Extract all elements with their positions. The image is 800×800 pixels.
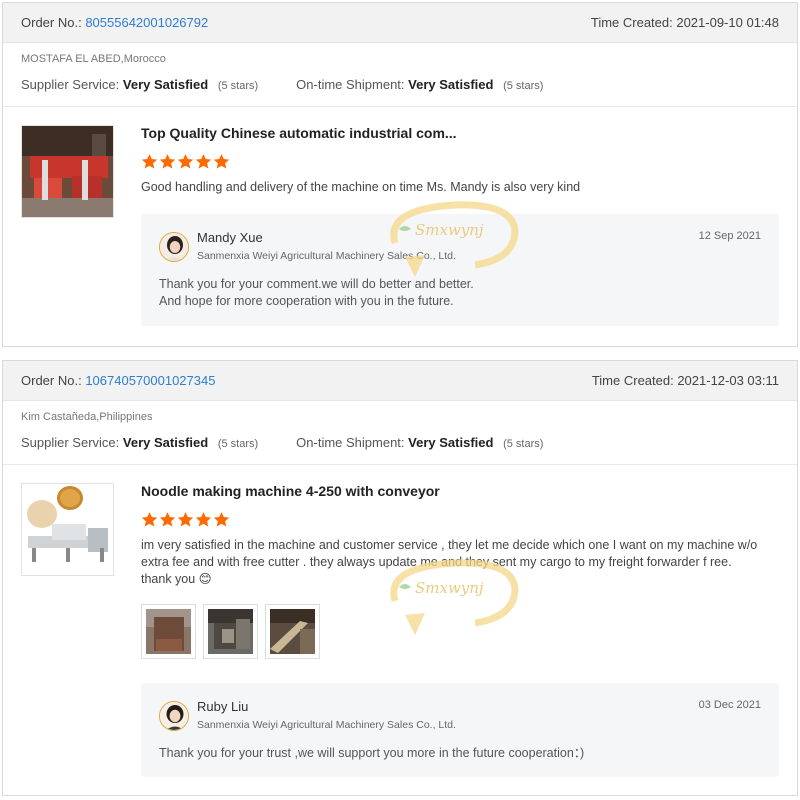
review: Top Quality Chinese automatic industrial… <box>3 107 797 326</box>
review-photo[interactable] <box>265 604 320 659</box>
order-card: Order No.: 106740570001027345 Time Creat… <box>2 360 798 796</box>
shipment-label: On-time Shipment: <box>296 435 405 450</box>
reply-header: Ruby Liu Sanmenxia Weiyi Agricultural Ma… <box>159 699 761 731</box>
review-comment: im very satisfied in the machine and cus… <box>141 538 758 586</box>
supplier-service-value: Very Satisfied <box>122 435 209 450</box>
review: Noodle making machine 4-250 with conveyo… <box>3 465 797 777</box>
supplier-service-label: Supplier Service: <box>21 77 120 92</box>
buyer-info: MOSTAFA EL ABED,Morocco Supplier Service… <box>3 43 797 107</box>
avatar-icon <box>159 232 189 262</box>
replier-name: Ruby Liu <box>197 699 249 714</box>
supplier-service-stars: (5 stars) <box>217 80 259 92</box>
reply-date: 12 Sep 2021 <box>698 230 761 242</box>
supplier-service-value: Very Satisfied <box>122 77 209 92</box>
supplier-service-rating: Supplier Service: Very Satisfied (5 star… <box>21 77 258 92</box>
order-no-link[interactable]: 106740570001027345 <box>85 373 215 388</box>
time-created: Time Created: 2021-12-03 03:11 <box>591 373 779 388</box>
star-icon <box>177 512 194 527</box>
star-icon <box>195 512 212 527</box>
ratings-row: Supplier Service: Very Satisfied (5 star… <box>21 77 779 92</box>
order-number: Order No.: 80555642001026792 <box>21 15 208 30</box>
review-body: Noodle making machine 4-250 with conveyo… <box>141 483 779 777</box>
order-no-label: Order No.: <box>21 15 82 30</box>
order-number: Order No.: 106740570001027345 <box>21 373 215 388</box>
reply-text: Thank you for your trust ,we will suppor… <box>159 746 585 760</box>
buyer-name: Kim Castañeda,Philippines <box>21 411 153 423</box>
star-icon <box>159 154 176 169</box>
star-icon <box>141 512 158 527</box>
reply-date: 03 Dec 2021 <box>698 699 761 711</box>
shipment-label: On-time Shipment: <box>296 77 405 92</box>
review-photos <box>141 604 779 659</box>
replier-info: Mandy Xue Sanmenxia Weiyi Agricultural M… <box>197 230 456 262</box>
star-rating <box>141 511 779 529</box>
star-rating <box>141 153 779 171</box>
supplier-service-rating: Supplier Service: Very Satisfied (5 star… <box>21 435 258 450</box>
replier-info: Ruby Liu Sanmenxia Weiyi Agricultural Ma… <box>197 699 456 731</box>
star-icon <box>195 154 212 169</box>
star-icon <box>213 512 230 527</box>
shipment-value: Very Satisfied <box>408 435 494 450</box>
reply-text: Thank you for your comment.we will do be… <box>159 276 761 310</box>
star-icon <box>213 154 230 169</box>
shipment-stars: (5 stars) <box>503 438 544 450</box>
replier-company: Sanmenxia Weiyi Agricultural Machinery S… <box>197 719 456 731</box>
reply-text-line: And hope for more cooperation with you i… <box>159 294 454 308</box>
order-no-label: Order No.: <box>21 373 82 388</box>
review-comment: Good handling and delivery of the machin… <box>141 180 581 194</box>
product-title[interactable]: Top Quality Chinese automatic industrial… <box>141 125 779 145</box>
shipment-rating: On-time Shipment: Very Satisfied (5 star… <box>296 77 543 92</box>
star-icon <box>177 154 194 169</box>
order-header: Order No.: 106740570001027345 Time Creat… <box>3 361 797 401</box>
product-thumbnail[interactable] <box>21 125 114 218</box>
ratings-row: Supplier Service: Very Satisfied (5 star… <box>21 435 779 450</box>
star-icon <box>141 154 158 169</box>
supplier-service-label: Supplier Service: <box>21 435 120 450</box>
reply-header: Mandy Xue Sanmenxia Weiyi Agricultural M… <box>159 230 761 262</box>
review-body: Top Quality Chinese automatic industrial… <box>141 125 779 326</box>
order-no-link[interactable]: 80555642001026792 <box>85 15 208 30</box>
shipment-stars: (5 stars) <box>503 80 544 92</box>
supplier-service-stars: (5 stars) <box>217 438 259 450</box>
supplier-reply: Mandy Xue Sanmenxia Weiyi Agricultural M… <box>141 214 779 326</box>
replier-name: Mandy Xue <box>197 230 263 245</box>
shipment-value: Very Satisfied <box>408 77 494 92</box>
replier-company: Sanmenxia Weiyi Agricultural Machinery S… <box>197 250 456 262</box>
review-photo[interactable] <box>141 604 196 659</box>
order-card: Order No.: 80555642001026792 Time Create… <box>2 2 798 347</box>
buyer-info: Kim Castañeda,Philippines Supplier Servi… <box>3 401 797 465</box>
star-icon <box>159 512 176 527</box>
shipment-rating: On-time Shipment: Very Satisfied (5 star… <box>296 435 543 450</box>
supplier-reply: Ruby Liu Sanmenxia Weiyi Agricultural Ma… <box>141 683 779 777</box>
review-photo[interactable] <box>203 604 258 659</box>
product-title[interactable]: Noodle making machine 4-250 with conveyo… <box>141 483 779 503</box>
order-header: Order No.: 80555642001026792 Time Create… <box>3 3 797 43</box>
buyer-name: MOSTAFA EL ABED,Morocco <box>21 53 166 65</box>
time-created: Time Created: 2021-09-10 01:48 <box>590 15 779 30</box>
reply-text-line: Thank you for your comment.we will do be… <box>159 277 474 291</box>
product-thumbnail[interactable] <box>21 483 114 576</box>
avatar-icon <box>159 701 189 731</box>
